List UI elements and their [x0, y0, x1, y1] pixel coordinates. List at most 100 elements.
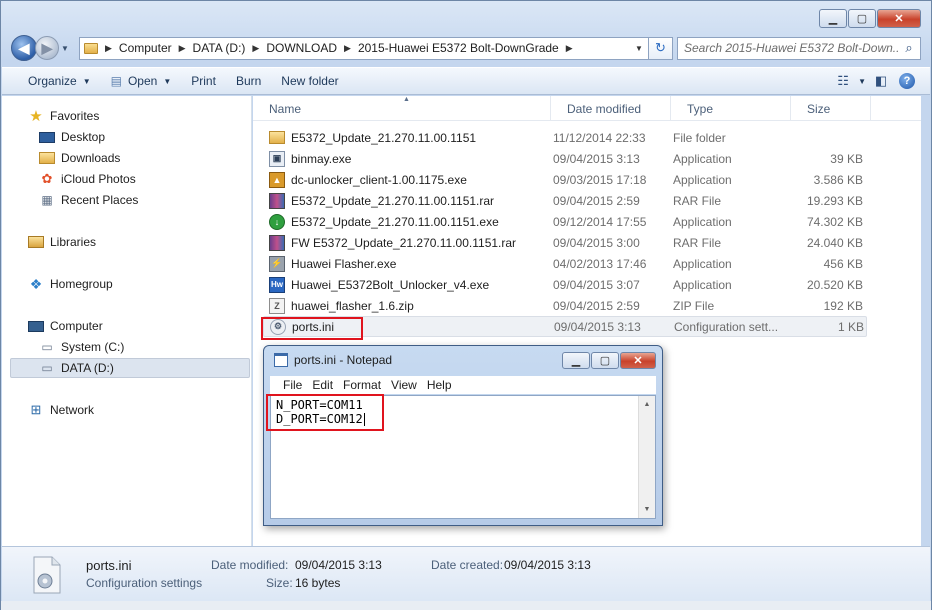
view-dropdown[interactable]: ▼	[858, 77, 866, 86]
help-button[interactable]: ?	[896, 70, 918, 92]
menu-format[interactable]: Format	[338, 378, 386, 392]
highlight-box-text	[266, 394, 384, 431]
command-bar: Organize ▼ ▤ Open ▼ Print Burn New folde…	[2, 67, 930, 95]
details-created-label: Date created:	[431, 558, 504, 572]
file-name: Huawei_E5372Bolt_Unlocker_v4.exe	[291, 277, 490, 292]
column-name[interactable]: Name ▲	[253, 96, 551, 121]
address-dropdown[interactable]: ▼	[630, 44, 648, 53]
nav-desktop[interactable]: Desktop	[39, 127, 105, 147]
help-icon: ?	[899, 73, 915, 89]
burn-button[interactable]: Burn	[226, 70, 271, 92]
table-row[interactable]: Hw Huawei_E5372Bolt_Unlocker_v4.exe 09/04…	[263, 274, 867, 295]
nav-homegroup[interactable]: ❖ Homegroup	[28, 274, 113, 294]
column-date-modified[interactable]: Date modified	[551, 96, 671, 121]
maximize-button[interactable]: ▢	[848, 9, 876, 28]
notepad-minimize-button[interactable]: ▁	[562, 352, 590, 369]
notepad-vertical-scrollbar[interactable]: ▲ ▼	[638, 396, 655, 518]
nav-libraries-label: Libraries	[50, 235, 97, 249]
column-type[interactable]: Type	[671, 96, 791, 121]
downloads-folder-icon	[39, 152, 55, 164]
file-name: FW E5372_Update_21.270.11.00.1151.rar	[291, 235, 517, 250]
chevron-right-icon[interactable]: ▶	[341, 43, 354, 54]
flasher-icon: ⚡	[269, 255, 285, 272]
nav-icloud-photos[interactable]: ✿ iCloud Photos	[39, 169, 136, 189]
open-label: Open	[127, 74, 158, 88]
notepad-maximize-button[interactable]: ▢	[591, 352, 619, 369]
nav-homegroup-label: Homegroup	[50, 277, 113, 291]
back-button[interactable]: ◀	[11, 35, 37, 61]
notepad-window-controls: ▁ ▢ ✕	[562, 352, 656, 369]
preview-pane-button[interactable]: ◧	[870, 70, 892, 92]
search-icon[interactable]: ⌕	[898, 40, 920, 56]
open-button[interactable]: ▤ Open ▼	[101, 70, 182, 92]
taskbar-strip	[1, 601, 931, 610]
chevron-right-icon[interactable]: ▶	[102, 43, 115, 54]
chevron-right-icon[interactable]: ▶	[563, 43, 576, 54]
column-date-label: Date modified	[567, 101, 642, 116]
nav-icloud-label: iCloud Photos	[61, 172, 136, 186]
nav-network[interactable]: ⊞ Network	[28, 400, 94, 420]
new-folder-button[interactable]: New folder	[271, 70, 348, 92]
notepad-close-button[interactable]: ✕	[620, 352, 656, 369]
notepad-window[interactable]: ports.ini - Notepad ▁ ▢ ✕ File Edit Form…	[263, 345, 663, 526]
chevron-right-icon[interactable]: ▶	[176, 43, 189, 54]
nav-computer-label: Computer	[50, 319, 103, 333]
nav-system-label: System (C:)	[61, 340, 125, 354]
breadcrumb-computer[interactable]: Computer	[115, 41, 176, 55]
nav-libraries[interactable]: Libraries	[28, 232, 96, 252]
breadcrumb-current-folder[interactable]: 2015-Huawei E5372 Bolt-DownGrade	[354, 41, 563, 55]
breadcrumb-data-drive[interactable]: DATA (D:)	[189, 41, 250, 55]
organize-button[interactable]: Organize ▼	[18, 70, 101, 92]
search-input[interactable]: Search 2015-Huawei E5372 Bolt-Down... ⌕	[677, 36, 921, 60]
file-size: 74.302 KB	[806, 214, 863, 229]
data-drive-icon: ▭	[41, 361, 53, 375]
table-row[interactable]: Zhuawei_flasher_1.6.zip 09/04/2015 2:59 …	[263, 295, 867, 316]
sort-ascending-icon: ▲	[403, 96, 410, 103]
minimize-button[interactable]: ▁	[819, 9, 847, 28]
table-row[interactable]: ▲ dc-unlocker_client-1.00.1175.exe 09/03/…	[263, 169, 867, 190]
table-row[interactable]: E5372_Update_21.270.11.00.1151.rar 09/04…	[263, 190, 867, 211]
table-row[interactable]: FW E5372_Update_21.270.11.00.1151.rar 09…	[263, 232, 867, 253]
scroll-up-icon[interactable]: ▲	[639, 396, 655, 413]
menu-edit[interactable]: Edit	[307, 378, 338, 392]
file-size: 20.520 KB	[806, 277, 863, 292]
menu-view[interactable]: View	[386, 378, 422, 392]
menu-file[interactable]: File	[278, 378, 307, 392]
table-row[interactable]: ⚡ Huawei Flasher.exe 04/02/2013 17:46 App…	[263, 253, 867, 274]
nav-computer[interactable]: Computer	[28, 316, 103, 336]
close-button[interactable]: ✕	[877, 9, 921, 28]
preview-pane-icon: ◧	[874, 73, 888, 88]
view-controls: ☷ ▼ ◧ ?	[832, 70, 930, 92]
view-options-button[interactable]: ☷	[832, 70, 854, 92]
file-date: 04/02/2013 17:46	[553, 256, 647, 271]
file-size: 192 KB	[823, 298, 863, 313]
nav-downloads[interactable]: Downloads	[39, 148, 120, 168]
notepad-titlebar[interactable]: ports.ini - Notepad	[274, 353, 392, 367]
scroll-down-icon[interactable]: ▼	[639, 501, 655, 518]
print-button[interactable]: Print	[181, 70, 226, 92]
details-file-name: ports.ini	[86, 558, 132, 573]
refresh-button[interactable]: ↻	[649, 36, 673, 60]
file-name: E5372_Update_21.270.11.00.1151	[291, 130, 477, 145]
table-row[interactable]: ↓ E5372_Update_21.270.11.00.1151.exe 09/1…	[263, 211, 867, 232]
forward-button[interactable]: ▶	[35, 36, 59, 60]
icloud-photos-icon: ✿	[41, 171, 53, 186]
nav-data-drive[interactable]: ▭ DATA (D:)	[10, 358, 250, 378]
nav-favorites[interactable]: ★ Favorites	[28, 106, 99, 126]
network-icon: ⊞	[30, 402, 42, 417]
table-row[interactable]: E5372_Update_21.270.11.00.1151 11/12/201…	[263, 127, 867, 148]
print-label: Print	[191, 74, 216, 88]
table-row[interactable]: ▣ binmay.exe 09/04/2015 3:13 Application …	[263, 148, 867, 169]
nav-system-drive[interactable]: ▭ System (C:)	[39, 337, 124, 357]
address-bar[interactable]: ▶ Computer ▶ DATA (D:) ▶ DOWNLOAD ▶ 2015…	[79, 36, 649, 60]
menu-help[interactable]: Help	[422, 378, 457, 392]
recent-pages-dropdown[interactable]: ▼	[61, 44, 73, 53]
rar-icon	[269, 192, 285, 209]
file-type: Application	[673, 172, 732, 187]
column-headers: Name ▲ Date modified Type Size	[253, 96, 921, 121]
column-size[interactable]: Size	[791, 96, 871, 121]
nav-recent-places[interactable]: ▦ Recent Places	[39, 190, 138, 210]
open-file-icon: ▤	[110, 74, 122, 88]
breadcrumb-download[interactable]: DOWNLOAD	[262, 41, 341, 55]
chevron-right-icon[interactable]: ▶	[249, 43, 262, 54]
